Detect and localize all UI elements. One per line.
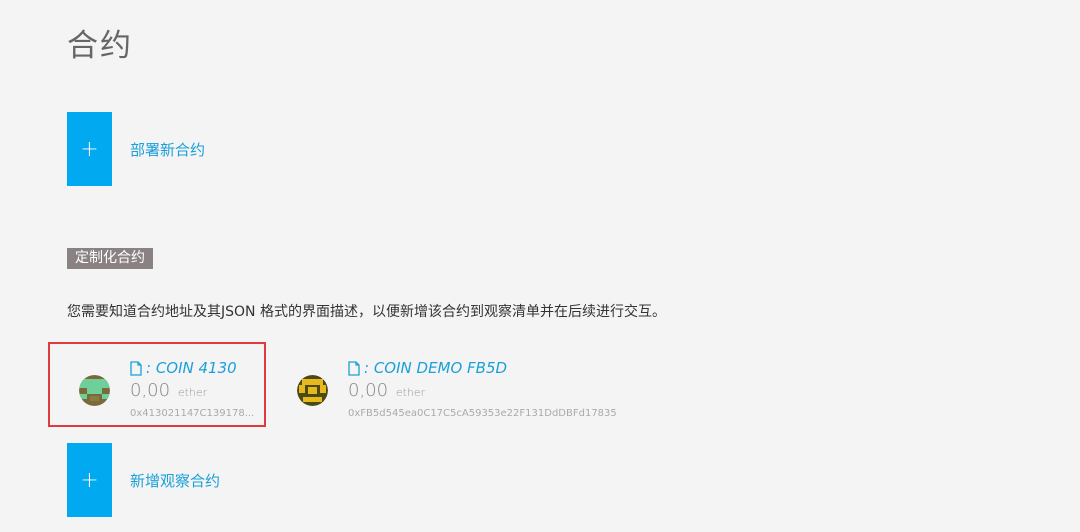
watch-contract-button[interactable]: + 新增观察合约 bbox=[67, 443, 220, 517]
token-balance: 0,00 bbox=[348, 380, 389, 401]
highlight-box bbox=[48, 342, 266, 427]
deploy-contract-label: 部署新合约 bbox=[130, 140, 206, 159]
token-name: : COIN DEMO FB5D bbox=[364, 359, 508, 377]
contracts-page: 合约 + 部署新合约 定制化合约 您需要知道合约地址及其JSON 格式的界面描述… bbox=[0, 0, 1080, 532]
watch-contract-label: 新增观察合约 bbox=[130, 471, 221, 490]
token-unit: ether bbox=[395, 386, 426, 399]
file-icon bbox=[348, 360, 360, 376]
identicon-olive-icon bbox=[297, 375, 328, 406]
deploy-contract-button[interactable]: + 部署新合约 bbox=[67, 112, 205, 186]
section-tag-custom-contracts: 定制化合约 bbox=[67, 248, 153, 269]
description-text: 您需要知道合约地址及其JSON 格式的界面描述，以便新增该合约到观察清单并在后续… bbox=[67, 304, 666, 320]
token-balance-row: 0,00 ether bbox=[348, 380, 617, 406]
token-name-link[interactable]: : COIN DEMO FB5D bbox=[348, 358, 617, 378]
plus-icon: + bbox=[67, 443, 112, 517]
token-card-coin-demo-fb5d[interactable]: : COIN DEMO FB5D 0,00 ether 0xFB5d545ea0… bbox=[297, 352, 617, 430]
page-title: 合约 bbox=[67, 28, 133, 64]
token-address: 0xFB5d545ea0C17C5cA59353e22F131DdDBFd178… bbox=[348, 408, 617, 419]
plus-icon: + bbox=[67, 112, 112, 186]
